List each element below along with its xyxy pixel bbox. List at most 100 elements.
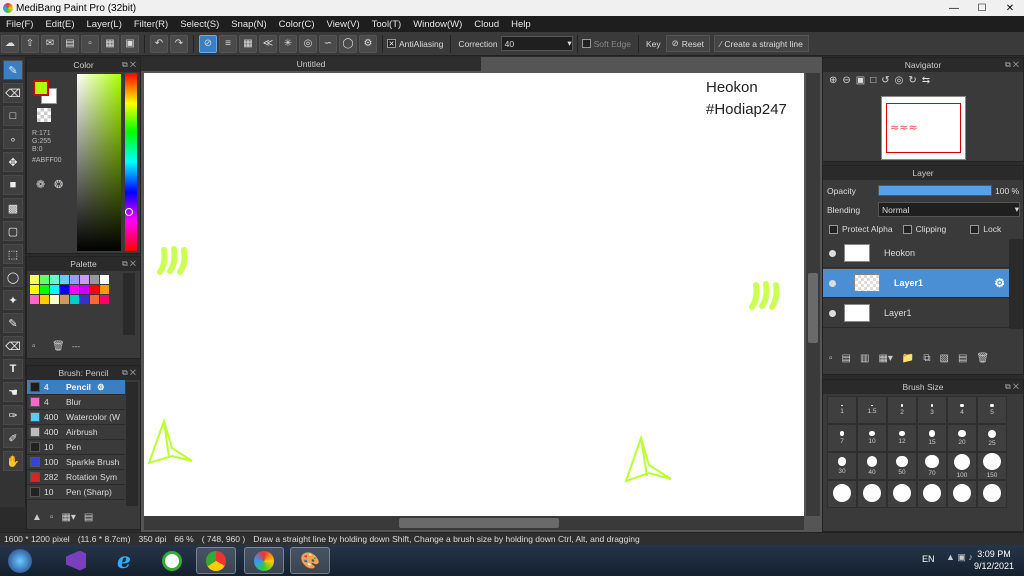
palette-swatch[interactable] [100, 285, 109, 294]
palette-swatch[interactable] [40, 295, 49, 304]
palette-swatch[interactable] [50, 275, 59, 284]
layer-row[interactable]: Heokon [823, 239, 1009, 268]
menu-item-3[interactable]: Filter(R) [128, 19, 174, 30]
straight-line-button[interactable]: ∕ Create a straight line [713, 35, 809, 52]
brush-item[interactable]: 100 Sparkle Brush [27, 455, 125, 470]
brush-scrollbar[interactable] [126, 382, 138, 506]
drawing-canvas[interactable]: Heokon #Hodiap247 Heokon [144, 73, 804, 516]
brush-tool-icon[interactable]: ✎ [3, 60, 23, 80]
panel-float-icon[interactable]: ⧉ ✕ [1005, 58, 1019, 72]
palette-swatch[interactable] [50, 285, 59, 294]
rotate-right-icon[interactable]: ↻ [908, 75, 916, 86]
start-button[interactable] [2, 547, 38, 574]
brush-item[interactable]: 4 Blur [27, 395, 125, 410]
opacity-slider[interactable] [878, 185, 992, 196]
brush-size-option[interactable] [917, 480, 947, 508]
menu-item-0[interactable]: File(F) [0, 19, 39, 30]
palette-swatch[interactable] [90, 295, 99, 304]
menu-item-2[interactable]: Layer(L) [81, 19, 128, 30]
brush-size-option[interactable]: 1 [827, 396, 857, 424]
select-pen-icon[interactable]: ✎ [3, 313, 23, 333]
zoom-in-icon[interactable]: ⊕ [829, 75, 837, 86]
brush-size-option[interactable] [857, 480, 887, 508]
actual-size-icon[interactable]: □ [870, 75, 876, 86]
magic-wand-icon[interactable]: ✦ [3, 290, 23, 310]
duplicate-layer-icon[interactable]: ⧉ [923, 353, 930, 364]
brush-options-icon[interactable]: ▦▾ [61, 512, 75, 523]
move-tool-icon[interactable]: ✥ [3, 152, 23, 172]
palette-swatch[interactable] [90, 285, 99, 294]
palette-swatch[interactable] [50, 295, 59, 304]
brush-size-option[interactable]: 7 [827, 424, 857, 452]
panel-float-icon[interactable]: ⧉ ✕ [122, 58, 136, 72]
brush-size-option[interactable]: 150 [977, 452, 1007, 480]
brush-item[interactable]: 10 Pen [27, 440, 125, 455]
palette-swatch[interactable] [70, 275, 79, 284]
palette-swatch[interactable] [100, 295, 109, 304]
rotate-left-icon[interactable]: ↺ [881, 75, 889, 86]
color-wheel-icon[interactable]: ❁ [36, 178, 45, 191]
add-brush-icon[interactable]: ▲ [32, 512, 42, 523]
brush-size-option[interactable]: 25 [977, 424, 1007, 452]
operation-tool-icon[interactable]: ☚ [3, 382, 23, 402]
upload-icon[interactable]: ⇧ [21, 34, 39, 53]
navigator-preview[interactable]: ≈≈≈ [881, 96, 966, 160]
select-eraser-icon[interactable]: ⌫ [3, 336, 23, 356]
correction-select[interactable]: 40 ▾ [500, 36, 573, 51]
circle-snap-icon[interactable]: ◯ [339, 34, 357, 53]
layer-row[interactable]: Layer1 ⚙ [823, 269, 1009, 298]
brush-item[interactable]: 400 Watercolor (W [27, 410, 125, 425]
new-layer-icon[interactable]: ▫ [829, 353, 833, 364]
brush-properties-icon[interactable]: ▤ [84, 512, 93, 523]
delete-layer-icon[interactable]: 🗑 [976, 353, 989, 364]
brush-size-option[interactable]: 40 [857, 452, 887, 480]
saturation-value-picker[interactable] [77, 74, 121, 251]
paint-icon[interactable]: 🎨 [290, 547, 330, 574]
reset-button[interactable]: ⊘ Reset [665, 35, 710, 52]
transparent-swatch[interactable] [37, 108, 51, 122]
vanishing-point-icon[interactable]: ≪ [259, 34, 277, 53]
fit-icon[interactable]: ▣ [856, 75, 865, 86]
brush-item[interactable]: 4 Pencil ⚙ [27, 380, 125, 395]
palette-swatch[interactable] [80, 285, 89, 294]
cloud-icon[interactable]: ☁ [1, 34, 19, 53]
chat-icon[interactable]: ✉ [41, 34, 59, 53]
concentric-snap-icon[interactable]: ◎ [299, 34, 317, 53]
new-palette-icon[interactable]: ▫ [32, 341, 36, 352]
dot-tool-icon[interactable]: ∘ [3, 129, 23, 149]
text-tool-icon[interactable]: T [3, 359, 23, 379]
palette-swatch[interactable] [40, 275, 49, 284]
brush-size-option[interactable] [827, 480, 857, 508]
visual-studio-icon[interactable] [56, 547, 96, 574]
palette-swatch[interactable] [80, 295, 89, 304]
palette-swatch[interactable] [40, 285, 49, 294]
brush-size-option[interactable]: 2 [887, 396, 917, 424]
palette-swatch[interactable] [70, 295, 79, 304]
close-button[interactable]: ✕ [996, 0, 1024, 16]
menu-item-1[interactable]: Edit(E) [39, 19, 80, 30]
bucket-tool-icon[interactable]: ▩ [3, 198, 23, 218]
brush-item[interactable]: 400 Airbrush [27, 425, 125, 440]
brush-size-option[interactable]: 10 [857, 424, 887, 452]
add-layer-menu-icon[interactable]: ▦▾ [878, 353, 892, 364]
pen-tool-icon[interactable]: ✐ [3, 428, 23, 448]
coccoc-icon[interactable] [152, 547, 192, 574]
zoom-out-icon[interactable]: ⊖ [842, 75, 850, 86]
blending-select[interactable]: Normal ▾ [878, 202, 1020, 217]
brush-size-option[interactable] [947, 480, 977, 508]
palette-swatch[interactable] [100, 275, 109, 284]
panel-float-icon[interactable]: ⧉ ✕ [122, 366, 136, 380]
layer-scrollbar[interactable] [1009, 239, 1023, 329]
panel-float-icon[interactable]: ⧉ ✕ [1005, 380, 1019, 394]
redo-icon[interactable]: ↷ [170, 34, 188, 53]
palette-swatch[interactable] [30, 275, 39, 284]
palette-scrollbar[interactable] [123, 273, 135, 335]
layer-settings-icon[interactable]: ▤ [958, 353, 967, 364]
clipping-checkbox[interactable] [902, 224, 912, 234]
snap-off-icon[interactable]: ⊘ [199, 34, 217, 53]
brush-size-option[interactable]: 20 [947, 424, 977, 452]
brush-size-option[interactable]: 100 [947, 452, 977, 480]
brush-size-option[interactable]: 30 [827, 452, 857, 480]
internet-explorer-icon[interactable]: e [104, 547, 144, 574]
menu-item-5[interactable]: Snap(N) [225, 19, 272, 30]
